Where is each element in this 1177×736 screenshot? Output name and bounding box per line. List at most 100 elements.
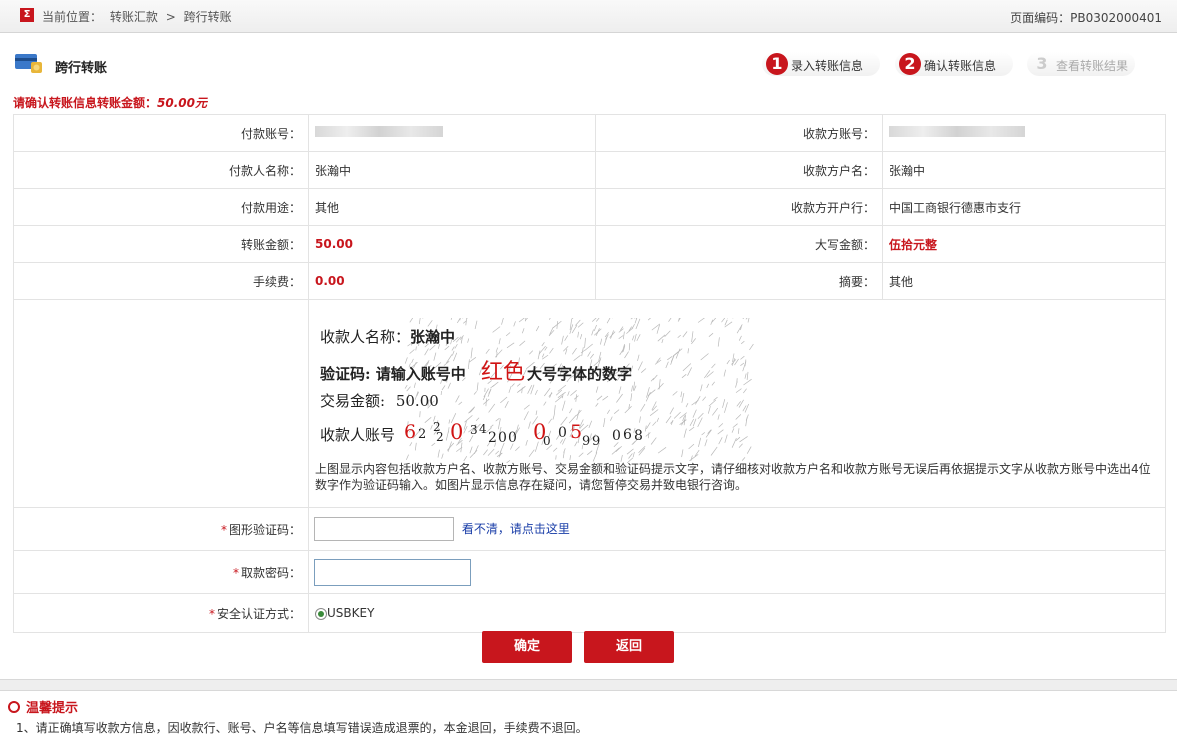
- bank-card-icon: [14, 52, 44, 74]
- confirm-notice: 请确认转账信息转账金额：50.00元: [13, 94, 207, 111]
- captcha-account-digits: 6 2 2 2 0 3 4 2 0 0 0 0 0: [400, 422, 670, 448]
- amount-words-value: 伍拾元整: [883, 226, 1166, 263]
- password-input[interactable]: [314, 559, 471, 586]
- breadcrumb-separator: >: [166, 10, 176, 24]
- top-bar: Σ 当前位置： 转账汇款 > 跨行转账 页面编码：PB0302000401: [0, 0, 1177, 33]
- step-2-label: 确认转账信息: [924, 57, 996, 74]
- step-2: 2 确认转账信息: [895, 52, 1013, 76]
- masked-account: [889, 126, 1025, 137]
- captcha-line-name: 收款人名称：张瀚中: [320, 326, 455, 347]
- captcha-image: 收款人名称：张瀚中 验证码: 请输入账号中 红色大号字体的数字 交易金额: 50…: [315, 318, 755, 468]
- payee-bank-label: 收款方开户行：: [596, 189, 883, 226]
- breadcrumb-current: 跨行转账: [184, 10, 232, 24]
- required-mark: *: [221, 523, 227, 537]
- table-row: 转账金额： 50.00 大写金额： 伍拾元整: [14, 226, 1166, 263]
- captcha-amount-value: 50.00: [396, 392, 439, 410]
- svg-text:9: 9: [592, 434, 600, 448]
- svg-text:2: 2: [436, 430, 444, 444]
- required-mark: *: [233, 566, 239, 580]
- svg-text:4: 4: [479, 422, 487, 436]
- password-cell: [309, 551, 1166, 594]
- captcha-code-label: 验证码: 请输入账号中: [320, 365, 466, 383]
- table-row: 付款用途： 其他 收款方开户行： 中国工商银行德惠市支行: [14, 189, 1166, 226]
- notice-amount: 50.00元: [157, 96, 207, 110]
- transfer-info-table: 付款账号： 收款方账号： 付款人名称： 张瀚中 收款方户名： 张瀚中 付款用途：…: [13, 114, 1166, 633]
- breadcrumb: 当前位置： 转账汇款 > 跨行转账: [42, 8, 236, 25]
- step-2-number: 2: [899, 53, 921, 75]
- step-3-label: 查看转账结果: [1056, 57, 1128, 74]
- required-mark: *: [209, 607, 215, 621]
- step-1-number: 1: [766, 53, 788, 75]
- captcha-line-code: 验证码: 请输入账号中 红色大号字体的数字: [320, 354, 632, 386]
- payer-name-value: 张瀚中: [309, 152, 596, 189]
- usbkey-label[interactable]: USBKEY: [327, 606, 374, 620]
- purpose-label: 付款用途：: [14, 189, 309, 226]
- captcha-input-label-text: 图形验证码：: [229, 523, 301, 537]
- captcha-name-label: 收款人名称：: [320, 328, 410, 346]
- step-3: 3 查看转账结果: [1027, 52, 1135, 76]
- svg-text:6: 6: [623, 427, 632, 443]
- captcha-line-account: 收款人账号 6 2 2 2 0 3 4 2 0 0: [320, 422, 670, 448]
- auth-cell: USBKEY: [309, 594, 1166, 633]
- usbkey-radio[interactable]: [315, 608, 327, 620]
- purpose-value: 其他: [309, 189, 596, 226]
- payer-account-value: [309, 115, 596, 152]
- refresh-captcha-link[interactable]: 看不清，请点击这里: [462, 522, 570, 536]
- svg-text:0: 0: [508, 430, 517, 446]
- table-row: 手续费： 0.00 摘要： 其他: [14, 263, 1166, 300]
- password-label: *取款密码：: [14, 551, 309, 594]
- memo-label: 摘要：: [596, 263, 883, 300]
- memo-value: 其他: [883, 263, 1166, 300]
- table-row: 付款账号： 收款方账号：: [14, 115, 1166, 152]
- captcha-name-value: 张瀚中: [410, 328, 455, 346]
- table-row: *取款密码：: [14, 551, 1166, 594]
- captcha-input-cell: 看不清，请点击这里: [309, 508, 1166, 551]
- warm-tips-title-text: 温馨提示: [26, 701, 78, 716]
- fee-label: 手续费：: [14, 263, 309, 300]
- amount-words-label: 大写金额：: [596, 226, 883, 263]
- auth-label-text: 安全认证方式：: [217, 607, 301, 621]
- warm-tips-title: 温馨提示: [8, 697, 78, 716]
- svg-text:5: 5: [570, 422, 582, 443]
- payee-account-value: [883, 115, 1166, 152]
- captcha-code-red: 红色: [481, 360, 525, 385]
- payee-name-label: 收款方户名：: [596, 152, 883, 189]
- breadcrumb-label: 当前位置：: [42, 10, 102, 24]
- amount-value: 50.00: [309, 226, 596, 263]
- svg-text:6: 6: [404, 422, 416, 443]
- payer-account-label: 付款账号：: [14, 115, 309, 152]
- page-code: 页面编码：PB0302000401: [1010, 9, 1162, 26]
- svg-text:3: 3: [470, 423, 478, 437]
- payee-name-value: 张瀚中: [883, 152, 1166, 189]
- table-row: 付款人名称： 张瀚中 收款方户名： 张瀚中: [14, 152, 1166, 189]
- step-1: 1 录入转账信息: [762, 52, 880, 76]
- captcha-code-tail: 大号字体的数字: [527, 365, 632, 383]
- password-label-text: 取款密码：: [241, 566, 301, 580]
- svg-text:0: 0: [558, 425, 567, 441]
- captcha-input-label: *图形验证码：: [14, 508, 309, 551]
- back-button[interactable]: 返回: [584, 631, 674, 663]
- payer-name-label: 付款人名称：: [14, 152, 309, 189]
- svg-text:9: 9: [582, 434, 590, 448]
- captcha-row-spacer: [14, 300, 309, 508]
- captcha-input[interactable]: [314, 517, 454, 541]
- svg-text:0: 0: [450, 422, 463, 444]
- fee-value: 0.00: [309, 263, 596, 300]
- svg-text:2: 2: [488, 430, 497, 446]
- confirm-button[interactable]: 确定: [482, 631, 572, 663]
- section-separator: [0, 679, 1177, 691]
- tip-bullet-icon: [8, 701, 20, 713]
- captcha-amount-label: 交易金额:: [320, 392, 385, 410]
- amount-label: 转账金额：: [14, 226, 309, 263]
- svg-text:0: 0: [612, 428, 621, 444]
- page-title: 跨行转账: [55, 57, 107, 76]
- table-row: 收款人名称：张瀚中 验证码: 请输入账号中 红色大号字体的数字 交易金额: 50…: [14, 300, 1166, 508]
- svg-text:8: 8: [634, 428, 643, 444]
- table-row: *图形验证码： 看不清，请点击这里: [14, 508, 1166, 551]
- captcha-account-label: 收款人账号: [320, 426, 395, 444]
- svg-text:2: 2: [418, 427, 426, 442]
- svg-text:0: 0: [498, 430, 507, 446]
- breadcrumb-transfer[interactable]: 转账汇款: [110, 10, 158, 24]
- step-3-number: 3: [1031, 53, 1053, 75]
- step-1-label: 录入转账信息: [791, 57, 863, 74]
